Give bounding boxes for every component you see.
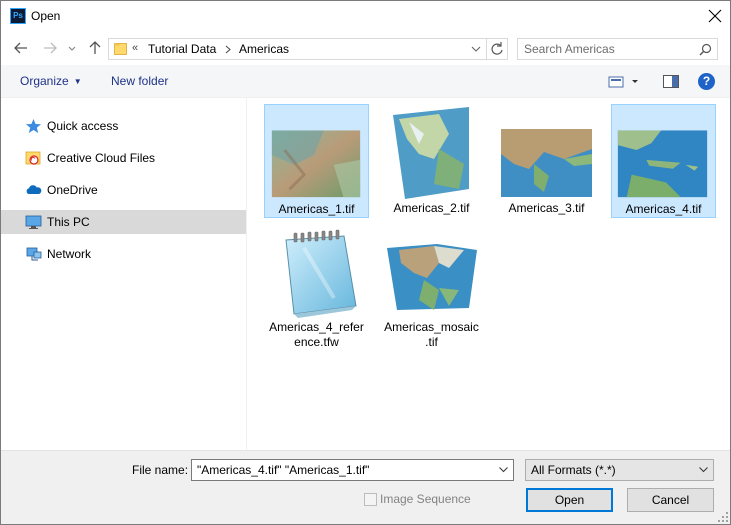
recent-locations-button[interactable] xyxy=(67,40,77,56)
sidebar-item-label: OneDrive xyxy=(47,183,98,197)
file-item-americas-4[interactable]: Americas_4.tif xyxy=(611,104,716,218)
chevron-down-icon xyxy=(699,467,708,473)
sidebar-item-label: Creative Cloud Files xyxy=(47,151,156,165)
file-name-line-2: .tif xyxy=(425,335,438,349)
file-name-line-2: ence.tfw xyxy=(294,335,339,349)
cancel-button[interactable]: Cancel xyxy=(627,488,714,512)
file-name-label: File name: xyxy=(132,463,189,477)
cloud-icon xyxy=(26,185,42,194)
monitor-icon xyxy=(25,215,42,229)
chevron-right-icon xyxy=(225,45,231,54)
file-item-americas-2[interactable]: Americas_2.tif xyxy=(379,104,484,218)
up-button[interactable] xyxy=(87,40,103,56)
view-options-icon xyxy=(608,76,638,88)
preview-pane-icon xyxy=(663,75,679,88)
map-thumbnail xyxy=(617,130,708,198)
file-list: Americas_1.tif Americas_2.tif Americas_3… xyxy=(248,98,730,450)
close-button[interactable] xyxy=(700,1,730,32)
file-item-americas-3[interactable]: Americas_3.tif xyxy=(494,104,599,218)
file-name: Americas_3.tif xyxy=(508,201,585,215)
back-button[interactable] xyxy=(13,40,29,56)
file-name-input[interactable]: "Americas_4.tif" "Americas_1.tif" xyxy=(191,459,514,481)
file-name: Americas_1.tif xyxy=(278,202,355,216)
map-thumbnail xyxy=(393,107,469,199)
file-item-americas-mosaic[interactable]: Americas_mosaic .tif xyxy=(379,228,484,356)
image-sequence-label: Image Sequence xyxy=(380,492,471,506)
file-item-americas-1[interactable]: Americas_1.tif xyxy=(264,104,369,218)
image-sequence-checkbox[interactable] xyxy=(364,493,377,506)
breadcrumb-americas[interactable]: Americas xyxy=(239,42,289,56)
search-box[interactable] xyxy=(517,38,718,60)
close-icon xyxy=(708,9,722,23)
refresh-icon xyxy=(491,42,503,55)
command-bar: Organize ▼ New folder ? xyxy=(1,65,730,98)
address-row: « Tutorial Data Americas xyxy=(1,32,730,65)
map-thumbnail xyxy=(387,244,477,310)
notepad-icon xyxy=(285,229,357,318)
file-item-americas-4-reference[interactable]: Americas_4_refer ence.tfw xyxy=(264,228,369,356)
overflow-chevron[interactable]: « xyxy=(132,42,138,54)
file-name-line-1: Americas_mosaic xyxy=(384,320,479,334)
map-thumbnail xyxy=(501,129,592,197)
navigation-pane: Quick access Creative Cloud Files OneDri… xyxy=(1,98,247,450)
title-bar: Ps Open xyxy=(1,1,730,32)
organize-button[interactable]: Organize ▼ xyxy=(20,74,82,88)
file-name-line-1: Americas_4_refer xyxy=(269,320,364,334)
folder-icon xyxy=(114,43,127,55)
file-name: Americas_2.tif xyxy=(393,201,470,215)
sidebar-item-label: Network xyxy=(47,247,92,261)
preview-pane-button[interactable] xyxy=(663,75,679,88)
file-name-value: "Americas_4.tif" "Americas_1.tif" xyxy=(197,463,370,477)
arrow-up-icon xyxy=(89,41,101,54)
file-format-select[interactable]: All Formats (*.*) xyxy=(525,459,714,481)
sidebar-item-onedrive[interactable]: OneDrive xyxy=(1,178,246,202)
photoshop-app-icon: Ps xyxy=(10,8,26,24)
address-bar[interactable]: « Tutorial Data Americas xyxy=(108,38,508,60)
search-icon xyxy=(699,43,712,56)
file-name: Americas_4.tif xyxy=(625,202,702,216)
map-thumbnail xyxy=(271,130,361,198)
creative-cloud-folder-icon xyxy=(25,151,41,165)
open-dialog: Ps Open « Tutorial Data Americas Search … xyxy=(0,0,731,525)
star-icon xyxy=(26,119,41,133)
breadcrumb-tutorial-data[interactable]: Tutorial Data xyxy=(148,42,216,56)
new-folder-button[interactable]: New folder xyxy=(111,74,168,88)
chevron-down-icon[interactable] xyxy=(498,464,509,475)
sidebar-item-creative-cloud-files[interactable]: Creative Cloud Files xyxy=(1,146,246,170)
sidebar-item-quick-access[interactable]: Quick access xyxy=(1,114,246,138)
dialog-title: Open xyxy=(31,9,61,23)
network-icon xyxy=(26,247,42,261)
search-input[interactable] xyxy=(524,41,694,57)
sidebar-item-this-pc[interactable]: This PC xyxy=(1,210,246,234)
arrow-left-icon xyxy=(14,42,27,54)
chevron-down-icon: ▼ xyxy=(73,77,82,86)
forward-button[interactable] xyxy=(42,40,58,56)
sidebar-item-label: This PC xyxy=(47,215,90,229)
arrow-right-icon xyxy=(44,42,57,54)
refresh-button[interactable] xyxy=(486,39,506,59)
address-history-dropdown[interactable] xyxy=(469,42,483,56)
help-button[interactable]: ? xyxy=(698,73,715,90)
chevron-down-icon xyxy=(471,46,481,52)
organize-label: Organize xyxy=(20,74,69,88)
resize-grip-icon[interactable] xyxy=(718,512,728,522)
change-view-button[interactable] xyxy=(607,74,639,90)
sidebar-item-network[interactable]: Network xyxy=(1,242,246,266)
open-button[interactable]: Open xyxy=(526,488,613,512)
dialog-footer: File name: "Americas_4.tif" "Americas_1.… xyxy=(1,450,730,524)
file-format-value: All Formats (*.*) xyxy=(531,463,616,477)
sidebar-item-label: Quick access xyxy=(47,119,119,133)
chevron-down-icon xyxy=(68,46,76,51)
